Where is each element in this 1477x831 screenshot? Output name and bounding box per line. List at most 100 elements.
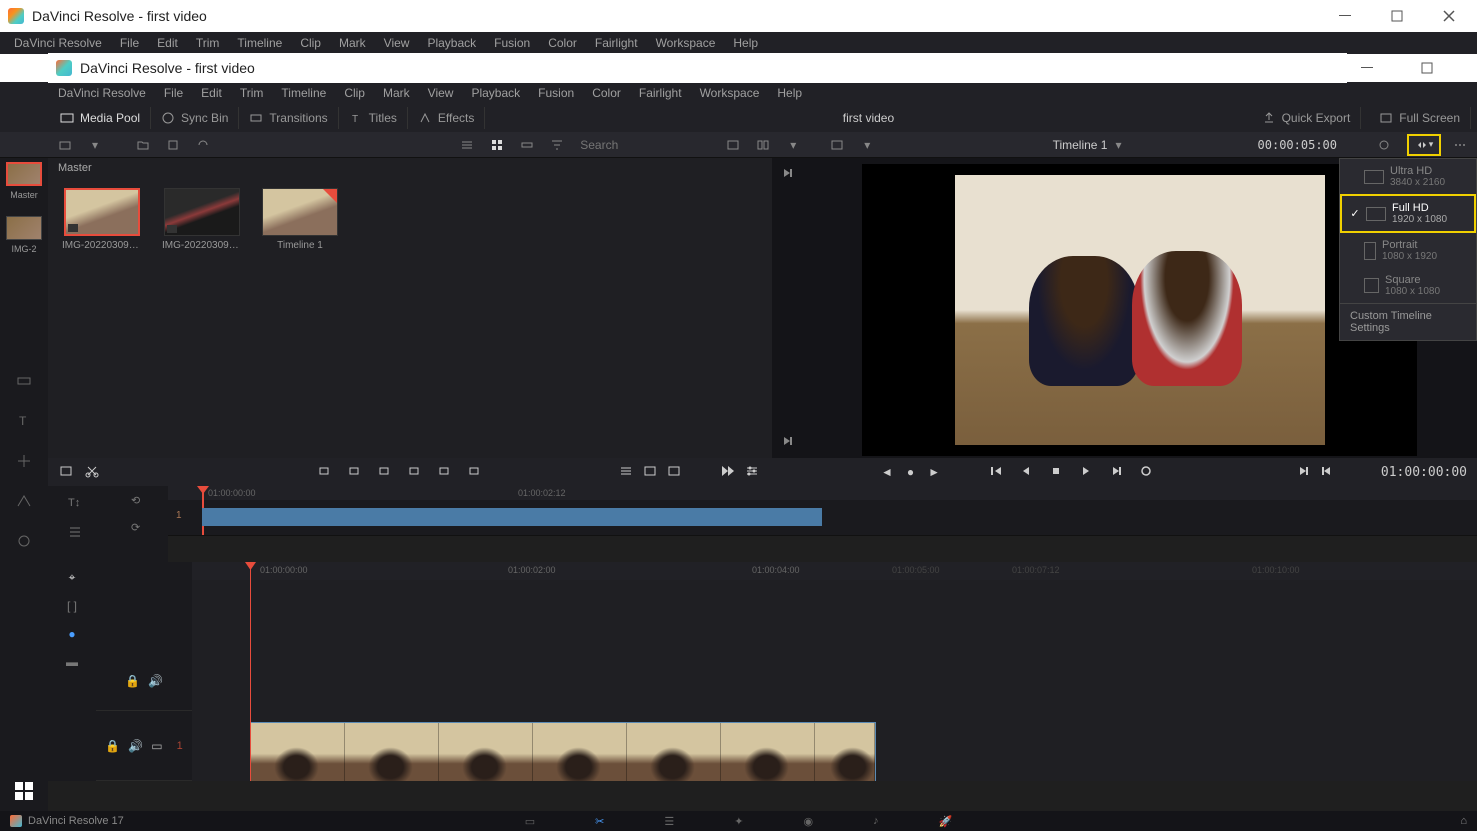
options-icon[interactable] <box>618 463 634 482</box>
menu-item[interactable]: Trim <box>232 83 272 103</box>
close-button[interactable] <box>1429 2 1469 30</box>
windows-taskbar[interactable] <box>0 771 48 811</box>
append-icon[interactable] <box>466 463 482 482</box>
tool-icon-2[interactable]: T <box>10 407 38 435</box>
frame-icon[interactable]: ▭ <box>151 739 162 753</box>
lock-icon[interactable]: 🔒 <box>105 739 120 753</box>
inner-minimize-button[interactable] <box>1347 54 1387 82</box>
step-back-icon[interactable] <box>1018 463 1034 482</box>
viewer-frame-icon[interactable] <box>826 136 848 154</box>
adjust-icon[interactable] <box>744 463 760 482</box>
menu-item[interactable]: DaVinci Resolve <box>6 33 110 53</box>
scissors-icon[interactable] <box>84 463 100 482</box>
resolution-dropdown-trigger[interactable]: ▾ <box>1407 134 1441 156</box>
tool-c-icon[interactable]: ⟲ <box>129 492 147 511</box>
lock-icon[interactable]: 🔒 <box>125 674 140 688</box>
menu-item[interactable]: Help <box>725 33 766 53</box>
fairlight-page-icon[interactable]: ♪ <box>873 815 879 828</box>
folder-icon[interactable] <box>132 136 154 154</box>
menu-item[interactable]: Playback <box>419 33 484 53</box>
goto-start-icon[interactable] <box>988 463 1004 482</box>
jog-fwd-icon[interactable]: ► <box>928 465 940 479</box>
menu-item[interactable]: Fairlight <box>587 33 646 53</box>
cut-page-icon[interactable]: ✂ <box>595 815 604 828</box>
menu-item[interactable]: Mark <box>375 83 418 103</box>
flag-icon[interactable]: ▬ <box>66 655 78 669</box>
mini-timeline[interactable]: 01:00:00:00 01:00:02:12 1 <box>168 486 1477 536</box>
maximize-button[interactable] <box>1377 2 1417 30</box>
home-icon[interactable]: ⌂ <box>1460 815 1467 827</box>
video-track-header[interactable]: 🔒 🔊 ▭ 1 <box>96 711 192 781</box>
snap-icon[interactable]: ⌖ <box>69 570 76 585</box>
jog-dot-icon[interactable]: ● <box>907 465 914 479</box>
menu-item[interactable]: File <box>112 33 147 53</box>
tool-icon-3[interactable] <box>10 447 38 475</box>
insert-icon[interactable] <box>316 463 332 482</box>
quick-export-button[interactable]: Quick Export <box>1252 107 1362 129</box>
menu-item[interactable]: Workspace <box>692 83 768 103</box>
prev-clip-icon[interactable] <box>780 434 796 450</box>
list-view-icon[interactable] <box>456 136 478 154</box>
menu-item[interactable]: Mark <box>331 33 374 53</box>
effects-tab[interactable]: Effects <box>408 107 485 129</box>
minimize-button[interactable] <box>1325 2 1365 30</box>
link-icon[interactable]: ● <box>68 627 75 641</box>
viewer-overlay-icon[interactable]: ▾ <box>782 136 804 154</box>
loop-icon[interactable] <box>1138 463 1154 482</box>
viewer-mode-icon[interactable] <box>722 136 744 154</box>
tool-icon-5[interactable] <box>10 527 38 555</box>
tool-b-icon[interactable] <box>66 524 90 544</box>
color-page-icon[interactable]: ◉ <box>803 815 813 828</box>
strip-view-icon[interactable] <box>516 136 538 154</box>
menu-item[interactable]: Edit <box>193 83 230 103</box>
safe-area-icon[interactable] <box>642 463 658 482</box>
fast-play-icon[interactable] <box>718 462 736 483</box>
menu-item[interactable]: View <box>420 83 462 103</box>
menu-item[interactable]: View <box>376 33 418 53</box>
ripple-icon[interactable] <box>436 463 452 482</box>
tool-icon-4[interactable] <box>10 487 38 515</box>
edit-page-icon[interactable]: ☰ <box>664 815 674 828</box>
search-input[interactable] <box>576 136 686 154</box>
titles-tab[interactable]: T Titles <box>339 107 408 129</box>
deliver-page-icon[interactable]: 🚀 <box>939 815 953 828</box>
menu-item[interactable]: Workspace <box>648 33 724 53</box>
tool-icon-1[interactable] <box>10 367 38 395</box>
step-fwd-icon[interactable] <box>1108 463 1124 482</box>
menu-item[interactable]: Color <box>584 83 629 103</box>
resolution-option-ultrahd[interactable]: Ultra HD3840 x 2160 <box>1340 159 1476 194</box>
track-area[interactable]: 01:00:00:00 01:00:02:00 01:00:04:00 01:0… <box>192 562 1477 781</box>
timeline-selector[interactable]: Timeline 1 <box>1053 138 1108 152</box>
menu-item[interactable]: Timeline <box>229 33 290 53</box>
stop-icon[interactable] <box>1048 463 1064 482</box>
replace-icon[interactable] <box>376 463 392 482</box>
menu-item[interactable]: Timeline <box>273 83 334 103</box>
media-clip[interactable]: IMG-20220309-W... <box>62 188 142 251</box>
next-clip-icon[interactable] <box>780 166 796 182</box>
menu-item[interactable]: Fusion <box>530 83 582 103</box>
speaker-icon[interactable]: 🔊 <box>128 739 143 753</box>
windows-start-icon[interactable] <box>15 782 33 800</box>
sync-icon[interactable] <box>192 136 214 154</box>
goto-out-icon[interactable] <box>1319 463 1335 482</box>
media-pool-tab[interactable]: Media Pool <box>50 107 151 129</box>
tool-d-icon[interactable]: ⟳ <box>129 519 147 538</box>
menu-item[interactable]: Trim <box>188 33 228 53</box>
media-clip[interactable]: IMG-20220309-W... <box>162 188 242 251</box>
playhead[interactable] <box>250 562 251 781</box>
viewer-frame-dropdown-icon[interactable]: ▾ <box>856 136 878 154</box>
menu-item[interactable]: Clip <box>292 33 329 53</box>
sidebar-thumb[interactable] <box>6 216 42 240</box>
audio-track-header[interactable]: 🔒 🔊 <box>96 651 192 711</box>
marker-tool-icon[interactable]: [ ] <box>67 599 77 613</box>
viewer-split-icon[interactable] <box>752 136 774 154</box>
media-page-icon[interactable]: ▭ <box>525 815 535 828</box>
menu-item[interactable]: File <box>156 83 191 103</box>
transitions-tab[interactable]: Transitions <box>239 107 338 129</box>
menu-item[interactable]: DaVinci Resolve <box>50 83 154 103</box>
resolution-option-fullhd[interactable]: ✓ Full HD1920 x 1080 <box>1340 194 1476 233</box>
filter-icon[interactable] <box>546 136 568 154</box>
marker-icon[interactable] <box>1373 136 1395 154</box>
bin-icon[interactable] <box>162 136 184 154</box>
zoom-icon[interactable] <box>666 463 682 482</box>
